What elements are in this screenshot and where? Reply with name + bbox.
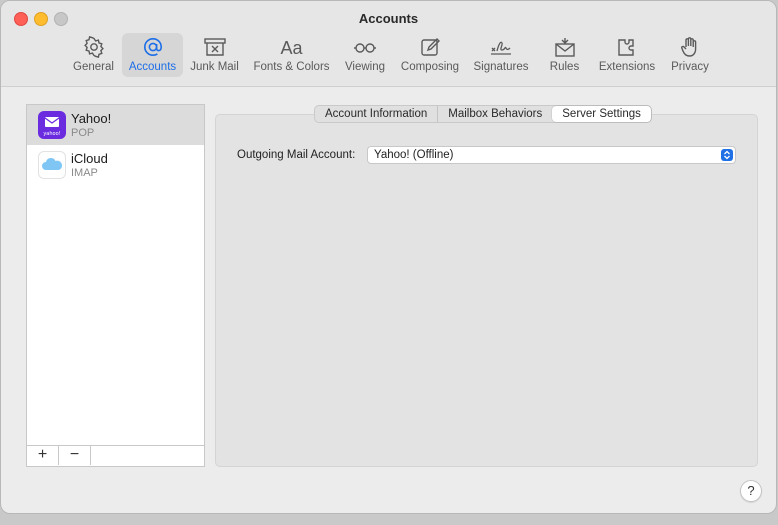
at-sign-icon (122, 36, 183, 61)
tab-server-settings[interactable]: Server Settings (552, 106, 651, 122)
account-row-yahoo[interactable]: yahoo! Yahoo! POP (27, 105, 204, 145)
chevron-updown-icon (721, 149, 733, 161)
svg-text:yahoo!: yahoo! (43, 131, 60, 137)
account-name: Yahoo! (71, 111, 112, 126)
toolbar-rules[interactable]: Rules (542, 33, 587, 77)
toolbar-signatures[interactable]: Signatures (469, 33, 533, 77)
toolbar-composing[interactable]: Composing (397, 33, 463, 77)
glasses-icon (341, 36, 389, 61)
hand-icon (667, 36, 713, 61)
account-type: POP (71, 127, 95, 139)
rules-envelope-icon (542, 36, 587, 61)
toolbar-general[interactable]: General (71, 33, 116, 77)
compose-icon (397, 36, 463, 61)
outgoing-mail-account-popup[interactable]: Yahoo! (Offline) (367, 146, 736, 164)
help-button[interactable]: ? (740, 480, 762, 502)
tab-account-information[interactable]: Account Information (315, 106, 437, 122)
tab-mailbox-behaviors[interactable]: Mailbox Behaviors (437, 106, 552, 122)
junk-mail-icon (187, 36, 242, 61)
accounts-list: yahoo! Yahoo! POP iCloud IMAP + − (26, 104, 205, 467)
titlebar: Accounts General Accounts Junk Mail Aa F… (1, 1, 776, 87)
toolbar-viewing[interactable]: Viewing (341, 33, 389, 77)
account-name: iCloud (71, 151, 108, 166)
outgoing-mail-label: Outgoing Mail Account: (237, 149, 356, 161)
toolbar-privacy[interactable]: Privacy (667, 33, 713, 77)
toolbar-fonts-colors[interactable]: Aa Fonts & Colors (250, 33, 333, 77)
yahoo-mail-icon: yahoo! (38, 111, 66, 139)
popup-value: Yahoo! (Offline) (374, 149, 454, 161)
gear-icon (71, 36, 116, 61)
fonts-icon: Aa (280, 38, 303, 58)
account-type: IMAP (71, 167, 98, 179)
puzzle-icon (595, 36, 659, 61)
remove-account-button[interactable]: − (59, 446, 91, 465)
mail-settings-window: Accounts General Accounts Junk Mail Aa F… (0, 0, 777, 514)
preferences-toolbar: General Accounts Junk Mail Aa Fonts & Co… (1, 33, 776, 79)
signature-icon (469, 36, 533, 61)
toolbar-accounts[interactable]: Accounts (122, 33, 183, 77)
icloud-icon (38, 151, 66, 179)
account-tabs: Account Information Mailbox Behaviors Se… (314, 105, 652, 123)
toolbar-extensions[interactable]: Extensions (595, 33, 659, 77)
account-detail-panel (215, 114, 758, 467)
add-account-button[interactable]: + (27, 446, 59, 465)
window-title: Accounts (358, 11, 419, 26)
list-footer: + − (27, 445, 204, 466)
toolbar-junk-mail[interactable]: Junk Mail (187, 33, 242, 77)
account-row-icloud[interactable]: iCloud IMAP (27, 145, 204, 185)
